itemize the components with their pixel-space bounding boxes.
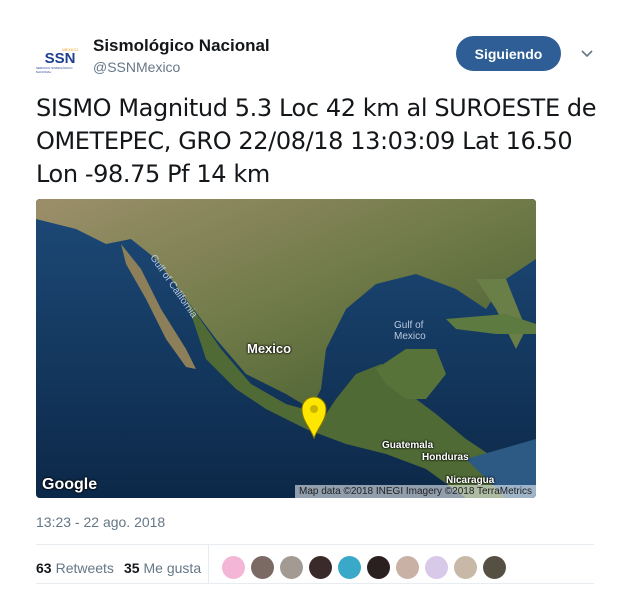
map-label-gulf-of-mexico-1: Gulf of — [394, 320, 424, 331]
likes-label: Me gusta — [143, 560, 202, 576]
liker-avatar[interactable] — [454, 556, 477, 579]
liker-avatar[interactable] — [396, 556, 419, 579]
divider-top — [36, 544, 594, 545]
retweets-label: Retweets — [55, 560, 114, 576]
liker-avatar[interactable] — [222, 556, 245, 579]
retweets-stat[interactable]: 63 Retweets — [36, 560, 114, 576]
tweet-stats: 63 Retweets 35 Me gusta — [36, 560, 201, 576]
avatar-sub-text: SERVICIO SISMOLÓGICO NACIONAL — [36, 65, 73, 74]
liker-avatar[interactable] — [251, 556, 274, 579]
chevron-down-icon[interactable] — [580, 46, 594, 60]
retweets-count: 63 — [36, 560, 52, 576]
likes-count: 35 — [123, 560, 140, 576]
likes-stat[interactable]: 35 Me gusta — [124, 560, 201, 576]
stats-separator — [208, 545, 209, 583]
map-image[interactable]: Gulf of California Mexico Gulf of Mexico… — [36, 199, 536, 498]
google-logo: Google — [42, 476, 98, 493]
map-label-honduras: Honduras — [422, 452, 469, 463]
account-handle[interactable]: @SSNMexico — [93, 59, 180, 75]
map-pin-icon[interactable] — [300, 395, 328, 439]
tweet-text: SISMO Magnitud 5.3 Loc 42 km al SUROESTE… — [36, 94, 597, 188]
liker-avatar[interactable] — [280, 556, 303, 579]
account-avatar[interactable]: MEXICO SSN SERVICIO SISMOLÓGICO NACIONAL — [36, 36, 84, 84]
liker-avatar[interactable] — [367, 556, 390, 579]
map-label-mexico: Mexico — [247, 341, 292, 356]
divider-bottom — [36, 583, 594, 584]
map-label-gulf-of-mexico-2: Mexico — [394, 331, 426, 342]
account-name[interactable]: Sismológico Nacional — [93, 36, 270, 56]
avatar-logo-text: SSN — [44, 49, 76, 67]
liker-avatars — [222, 556, 506, 579]
tweet-timestamp[interactable]: 13:23 - 22 ago. 2018 — [36, 514, 165, 530]
liker-avatar[interactable] — [338, 556, 361, 579]
liker-avatar[interactable] — [483, 556, 506, 579]
following-button[interactable]: Siguiendo — [456, 36, 561, 71]
map-label-guatemala: Guatemala — [382, 440, 434, 451]
liker-avatar[interactable] — [309, 556, 332, 579]
map-attribution[interactable]: Map data ©2018 INEGI Imagery ©2018 Terra… — [295, 485, 536, 498]
liker-avatar[interactable] — [425, 556, 448, 579]
